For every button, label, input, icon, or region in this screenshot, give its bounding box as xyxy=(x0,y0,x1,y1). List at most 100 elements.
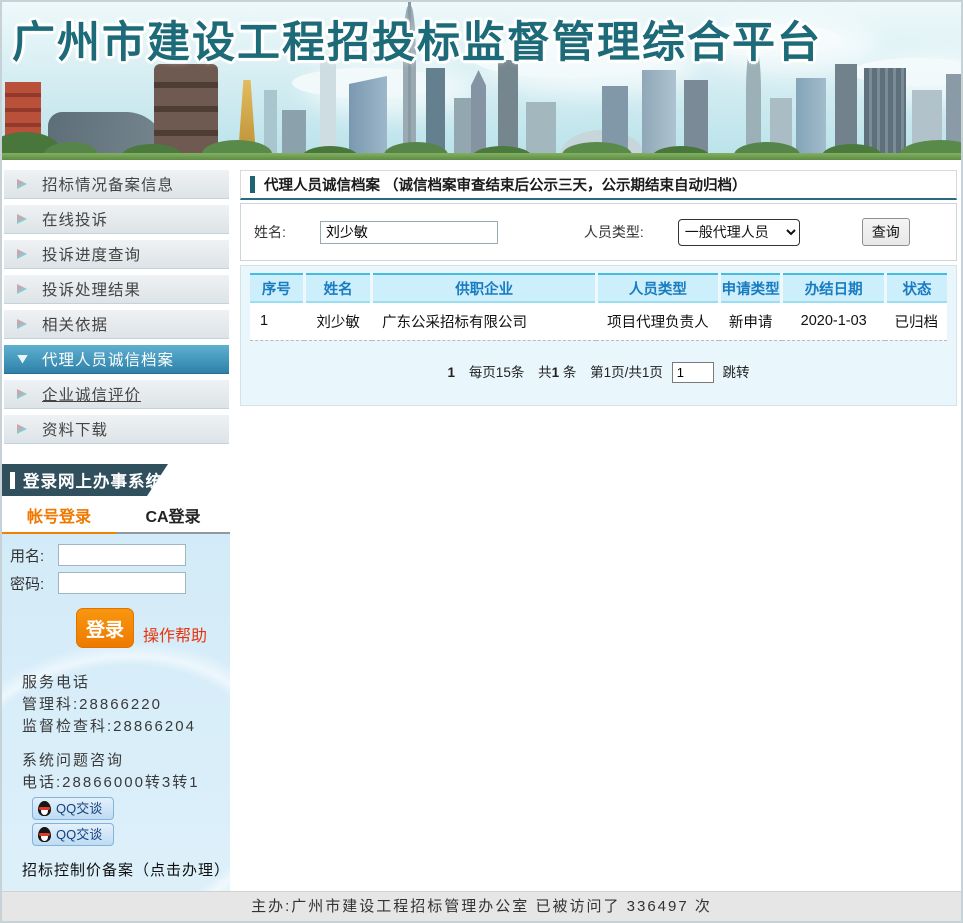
name-label: 姓名: xyxy=(254,222,286,242)
jump-label[interactable]: 跳转 xyxy=(722,365,749,380)
table-header-cell: 申请类型 xyxy=(719,274,782,302)
sidebar-item-label: 代理人员诚信档案 xyxy=(42,348,174,370)
grass-strip xyxy=(2,153,961,160)
footer-text: 主办:广州市建设工程招标管理办公室 已被访问了 336497 次 xyxy=(251,898,712,915)
building-shape xyxy=(642,70,676,156)
triangle-right-icon xyxy=(17,179,27,189)
section-title-note: （诚信档案审查结束后公示三天，公示期结束自动归档） xyxy=(384,174,747,195)
sidebar-item-label: 投诉进度查询 xyxy=(42,243,141,265)
tab-ca-login[interactable]: CA登录 xyxy=(116,504,230,534)
sidebar-item-label: 招标情况备案信息 xyxy=(42,173,174,195)
building-shape xyxy=(282,110,306,156)
tab-account-login[interactable]: 帐号登录 xyxy=(2,504,116,534)
table-cell: 广东公采招标有限公司 xyxy=(372,302,596,340)
qq-chat-label: QQ交谈 xyxy=(56,824,102,846)
sidebar-item-label: 资料下载 xyxy=(42,418,108,440)
table-body: 1刘少敏广东公采招标有限公司项目代理负责人新申请2020-1-03已归档 xyxy=(250,302,947,340)
section-title: 代理人员诚信档案 xyxy=(264,174,380,195)
table-cell: 项目代理负责人 xyxy=(596,302,719,340)
table-cell: 刘少敏 xyxy=(304,302,372,340)
system-consult-title: 系统问题咨询 xyxy=(22,750,230,772)
person-type-select[interactable]: 一般代理人员 xyxy=(678,219,800,246)
sidebar-item-label: 相关依据 xyxy=(42,313,108,335)
sidebar-item-label: 投诉处理结果 xyxy=(42,278,141,300)
application-window: 广州市建设工程招投标监督管理综合平台 招标情况备案信息在线投诉投诉进度查询投诉处… xyxy=(0,0,963,923)
management-phone: 管理科:28866220 xyxy=(22,694,230,716)
sidebar-item[interactable]: 投诉处理结果 xyxy=(4,275,229,304)
building-shape xyxy=(154,64,218,156)
qq-chat-button-1[interactable]: QQ交谈 xyxy=(32,797,114,820)
person-type-label: 人员类型: xyxy=(584,222,644,242)
contact-info: 服务电话 管理科:28866220 监督检查科:28866204 系统问题咨询 … xyxy=(10,672,230,882)
total-prefix: 共 xyxy=(538,365,552,380)
login-form-area: 用名: 密码: 登录 操作帮助 服务电话 管理科:28866220 监 xyxy=(2,534,230,891)
triangle-right-icon xyxy=(17,424,27,434)
sidebar-item[interactable]: 企业诚信评价 xyxy=(4,380,229,409)
per-page-label: 每页15条 xyxy=(469,365,525,380)
username-field[interactable] xyxy=(58,544,186,566)
sidebar-item-label: 企业诚信评价 xyxy=(42,383,141,405)
building-shape xyxy=(498,60,518,156)
current-page-number: 1 xyxy=(448,365,456,380)
building-shape xyxy=(796,78,826,156)
building-shape xyxy=(349,76,387,156)
qq-chat-label: QQ交谈 xyxy=(56,798,102,820)
results-table: 序号姓名供职企业人员类型申请类型办结日期状态 1刘少敏广东公采招标有限公司项目代… xyxy=(250,273,947,341)
table-header-row: 序号姓名供职企业人员类型申请类型办结日期状态 xyxy=(250,274,947,302)
name-search-input[interactable] xyxy=(320,221,498,244)
building-shape xyxy=(864,68,906,156)
building-shape xyxy=(471,70,486,156)
sidebar-item[interactable]: 招标情况备案信息 xyxy=(4,170,229,199)
building-shape xyxy=(526,102,556,156)
site-title: 广州市建设工程招投标监督管理综合平台 xyxy=(12,8,822,70)
table-cell: 新申请 xyxy=(719,302,782,340)
password-label: 密码: xyxy=(10,573,58,594)
query-button[interactable]: 查询 xyxy=(862,218,910,246)
table-header-cell: 供职企业 xyxy=(372,274,596,302)
login-tabs: 帐号登录 CA登录 xyxy=(2,504,230,534)
triangle-right-icon xyxy=(17,284,27,294)
qq-penguin-icon xyxy=(38,801,51,816)
pagination: 1 每页15条 共1 条 第1页/共1页 跳转 xyxy=(250,341,947,406)
sidebar-item[interactable]: 资料下载 xyxy=(4,415,229,444)
login-panel: 登录网上办事系统 帐号登录 CA登录 用名: 密码: xyxy=(2,464,230,891)
qq-chat-button-2[interactable]: QQ交谈 xyxy=(32,823,114,846)
sidebar-item-label: 在线投诉 xyxy=(42,208,108,230)
triangle-right-icon xyxy=(17,389,27,399)
page-footer: 主办:广州市建设工程招标管理办公室 已被访问了 336497 次 xyxy=(2,891,961,921)
qq-penguin-icon xyxy=(38,827,51,842)
system-phone: 电话:28866000转3转1 xyxy=(22,772,230,794)
page-info: 第1页/共1页 xyxy=(590,365,663,380)
table-header-cell: 人员类型 xyxy=(596,274,719,302)
tender-price-filing-link[interactable]: 招标控制价备案（点击办理） xyxy=(22,860,230,882)
sidebar-item[interactable]: 在线投诉 xyxy=(4,205,229,234)
results-panel: 序号姓名供职企业人员类型申请类型办结日期状态 1刘少敏广东公采招标有限公司项目代… xyxy=(240,265,957,406)
triangle-right-icon xyxy=(17,319,27,329)
page-jump-input[interactable] xyxy=(672,362,714,383)
total-unit: 条 xyxy=(563,365,577,380)
sidebar: 招标情况备案信息在线投诉投诉进度查询投诉处理结果相关依据代理人员诚信档案企业诚信… xyxy=(2,160,230,891)
operation-help-link[interactable]: 操作帮助 xyxy=(143,622,207,646)
triangle-down-icon xyxy=(17,355,28,364)
total-count: 1 xyxy=(552,365,560,380)
sidebar-item[interactable]: 相关依据 xyxy=(4,310,229,339)
search-form: 姓名: 人员类型: 一般代理人员 查询 xyxy=(240,203,957,261)
username-label: 用名: xyxy=(10,545,58,566)
sidebar-item[interactable]: 投诉进度查询 xyxy=(4,240,229,269)
section-title-bar: 代理人员诚信档案 （诚信档案审查结束后公示三天，公示期结束自动归档） xyxy=(240,170,957,200)
sidebar-item[interactable]: 代理人员诚信档案 xyxy=(4,345,229,374)
title-accent-bar xyxy=(250,176,255,193)
table-header-cell: 状态 xyxy=(885,274,947,302)
site-banner: 广州市建设工程招投标监督管理综合平台 xyxy=(2,2,961,160)
table-cell: 2020-1-03 xyxy=(782,302,886,340)
password-field[interactable] xyxy=(58,572,186,594)
triangle-right-icon xyxy=(17,249,27,259)
login-button[interactable]: 登录 xyxy=(76,608,134,648)
supervision-phone: 监督检查科:28866204 xyxy=(22,716,230,738)
table-cell: 1 xyxy=(250,302,304,340)
building-shape xyxy=(684,80,708,156)
header-accent-bar xyxy=(10,472,15,489)
table-row: 1刘少敏广东公采招标有限公司项目代理负责人新申请2020-1-03已归档 xyxy=(250,302,947,340)
login-panel-title: 登录网上办事系统 xyxy=(23,468,163,492)
page-body: 招标情况备案信息在线投诉投诉进度查询投诉处理结果相关依据代理人员诚信档案企业诚信… xyxy=(2,160,961,891)
